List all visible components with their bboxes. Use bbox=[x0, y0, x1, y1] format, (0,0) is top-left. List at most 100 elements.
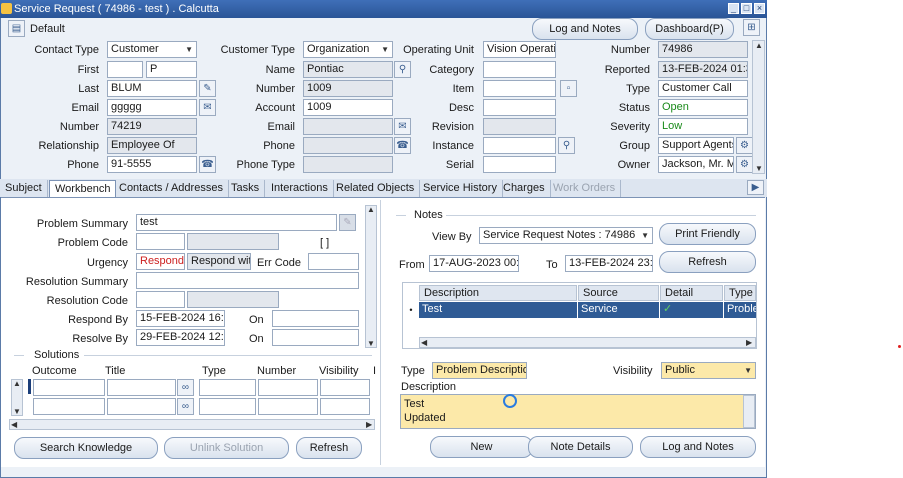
tab-workbench[interactable]: Workbench bbox=[49, 180, 117, 197]
scroll-right-icon[interactable]: ▶ bbox=[366, 420, 372, 429]
account-field[interactable]: 1009 bbox=[303, 99, 393, 116]
solution-type-cell[interactable] bbox=[199, 379, 256, 396]
notes-refresh-button[interactable]: Refresh bbox=[659, 251, 756, 273]
solution-title-cell[interactable] bbox=[107, 398, 176, 415]
new-note-button[interactable]: New bbox=[430, 436, 533, 458]
note-details-button[interactable]: Note Details bbox=[528, 436, 633, 458]
solution-outcome-cell[interactable] bbox=[33, 379, 105, 396]
scroll-down-icon[interactable]: ▼ bbox=[755, 164, 763, 173]
glasses-icon[interactable]: ∞ bbox=[177, 398, 194, 415]
note-textarea-scrollbar[interactable] bbox=[743, 395, 755, 428]
scroll-up-icon[interactable]: ▲ bbox=[13, 379, 21, 388]
solution-number-cell[interactable] bbox=[258, 398, 318, 415]
note-source-cell[interactable]: Service Reque... bbox=[578, 302, 659, 330]
to-date-field[interactable]: 13-FEB-2024 23:5! bbox=[565, 255, 653, 272]
serial-field[interactable] bbox=[483, 156, 556, 173]
search-flashlight-icon[interactable]: ⚲ bbox=[558, 137, 575, 154]
expand-icon[interactable]: ⊞ bbox=[743, 19, 760, 36]
respond-on-field[interactable] bbox=[272, 310, 359, 327]
workbench-scrollbar[interactable] bbox=[365, 205, 377, 348]
note-description-textarea[interactable]: Test Updated bbox=[400, 394, 756, 429]
solution-title-cell[interactable] bbox=[107, 379, 176, 396]
scroll-left-icon[interactable]: ◀ bbox=[11, 420, 17, 429]
owner-lookup-icon[interactable]: ⚙ bbox=[736, 156, 753, 173]
respond-by-field[interactable]: 15-FEB-2024 16:0( bbox=[136, 310, 225, 327]
scroll-up-icon[interactable]: ▲ bbox=[367, 205, 375, 214]
contact-email-field[interactable]: ggggg bbox=[107, 99, 197, 116]
flex-field-brackets[interactable]: [ ] bbox=[320, 235, 329, 251]
note-description-cell[interactable]: Test bbox=[419, 302, 577, 318]
type-column-header[interactable]: Type bbox=[724, 285, 756, 301]
log-notes-button[interactable]: Log and Notes bbox=[532, 18, 638, 40]
note-type-cell[interactable]: Proble bbox=[724, 302, 756, 318]
notes-horizontal-scrollbar[interactable] bbox=[419, 337, 756, 348]
customer-type-select[interactable]: Organization ▼ bbox=[303, 41, 393, 58]
solution-number-cell[interactable] bbox=[258, 379, 318, 396]
solutions-horizontal-scrollbar[interactable] bbox=[9, 419, 375, 430]
status-field[interactable]: Open bbox=[658, 99, 748, 116]
tab-contacts-addresses[interactable]: Contacts / Addresses bbox=[114, 180, 229, 197]
item-field[interactable] bbox=[483, 80, 556, 97]
last-name-field[interactable]: BLUM bbox=[107, 80, 197, 97]
notes-log-button[interactable]: Log and Notes bbox=[640, 436, 756, 458]
problem-summary-field[interactable]: test bbox=[136, 214, 337, 231]
tab-subject[interactable]: Subject bbox=[0, 180, 48, 197]
group-lookup-icon[interactable]: ⚙ bbox=[736, 137, 753, 154]
solution-type-cell[interactable] bbox=[199, 398, 256, 415]
severity-field[interactable]: Low bbox=[658, 118, 748, 135]
err-code-field[interactable] bbox=[308, 253, 359, 270]
tab-related-objects[interactable]: Related Objects bbox=[331, 180, 421, 197]
tab-service-history[interactable]: Service History bbox=[418, 180, 503, 197]
urgency-field[interactable]: Respond - bbox=[136, 253, 185, 270]
scroll-up-icon[interactable]: ▲ bbox=[755, 41, 763, 50]
resolve-by-field[interactable]: 29-FEB-2024 12:0( bbox=[136, 329, 225, 346]
solution-visibility-cell[interactable] bbox=[320, 379, 370, 396]
attachment-icon[interactable]: ▫ bbox=[560, 80, 577, 97]
visibility-select[interactable]: Public ▼ bbox=[661, 362, 756, 379]
detail-column-header[interactable]: Detail bbox=[660, 285, 723, 301]
scroll-right-icon[interactable]: ▶ bbox=[746, 338, 752, 347]
solution-outcome-cell[interactable] bbox=[33, 398, 105, 415]
first-name-field[interactable] bbox=[107, 61, 143, 78]
instance-field[interactable] bbox=[483, 137, 556, 154]
from-date-field[interactable]: 17-AUG-2023 00:0 bbox=[429, 255, 519, 272]
tab-charges[interactable]: Charges bbox=[498, 180, 551, 197]
dashboard-button[interactable]: Dashboard(P) bbox=[645, 18, 734, 40]
source-column-header[interactable]: Source bbox=[578, 285, 659, 301]
edit-text-icon[interactable]: ✎ bbox=[339, 214, 356, 231]
contact-type-select[interactable]: Customer ▼ bbox=[107, 41, 197, 58]
close-icon[interactable]: × bbox=[754, 3, 765, 14]
search-knowledge-button[interactable]: Search Knowledge bbox=[14, 437, 158, 459]
folder-icon[interactable]: ▤ bbox=[8, 20, 25, 37]
maximize-icon[interactable]: □ bbox=[741, 3, 752, 14]
scroll-left-icon[interactable]: ◀ bbox=[421, 338, 427, 347]
print-friendly-button[interactable]: Print Friendly bbox=[659, 223, 756, 245]
resolve-on-field[interactable] bbox=[272, 329, 359, 346]
tab-scroll-right-icon[interactable]: ▶ bbox=[747, 180, 764, 195]
customer-name-field[interactable]: Pontiac bbox=[303, 61, 393, 78]
tab-interactions[interactable]: Interactions bbox=[266, 180, 334, 197]
glasses-icon[interactable]: ∞ bbox=[177, 379, 194, 396]
solution-visibility-cell[interactable] bbox=[320, 398, 370, 415]
contact-phone-field[interactable]: 91-5555 bbox=[107, 156, 197, 173]
operating-unit-field[interactable]: Vision Operatio bbox=[483, 41, 556, 58]
note-type-field[interactable]: Problem Description bbox=[432, 362, 527, 379]
problem-code-field[interactable] bbox=[136, 233, 185, 250]
minimize-icon[interactable]: _ bbox=[728, 3, 739, 14]
owner-field[interactable]: Jackson, Mr. M bbox=[658, 156, 734, 173]
note-detail-cell[interactable]: ✓ bbox=[660, 302, 723, 318]
group-field[interactable]: Support Agents bbox=[658, 137, 734, 154]
description-column-header[interactable]: Description bbox=[419, 285, 577, 301]
tab-work-orders[interactable]: Work Orders bbox=[548, 180, 622, 197]
category-field[interactable] bbox=[483, 61, 556, 78]
header-scrollbar[interactable] bbox=[752, 40, 765, 174]
tab-tasks[interactable]: Tasks bbox=[226, 180, 266, 197]
desc-field[interactable] bbox=[483, 99, 556, 116]
view-by-select[interactable]: Service Request Notes : 74986 ▼ bbox=[479, 227, 653, 244]
unlink-solution-button[interactable]: Unlink Solution bbox=[164, 437, 289, 459]
middle-name-field[interactable]: P bbox=[146, 61, 197, 78]
resolution-code-field[interactable] bbox=[136, 291, 185, 308]
solutions-refresh-button[interactable]: Refresh bbox=[296, 437, 362, 459]
resolution-summary-field[interactable] bbox=[136, 272, 359, 289]
type-field[interactable]: Customer Call bbox=[658, 80, 748, 97]
